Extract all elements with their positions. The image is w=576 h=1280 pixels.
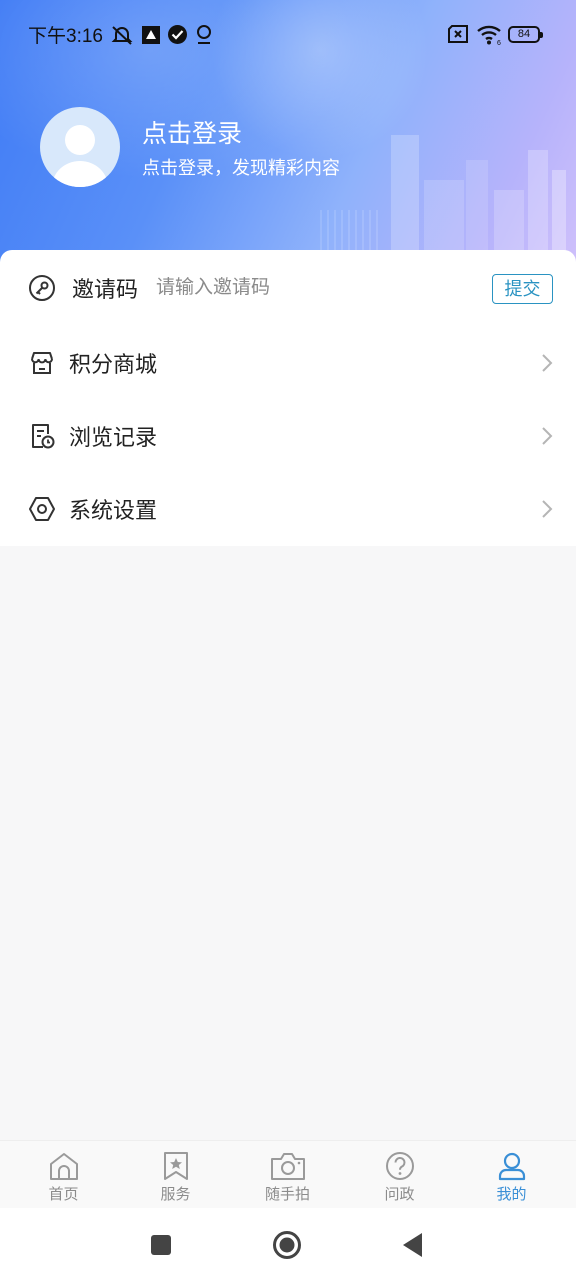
tab-home[interactable]: 首页 [6, 1141, 121, 1209]
tab-inquiry[interactable]: 问政 [342, 1141, 457, 1209]
settings-hexagon-icon [29, 497, 55, 521]
app-notification-icon [142, 26, 160, 44]
chevron-right-icon [542, 354, 553, 372]
user-icon [498, 1152, 526, 1181]
tab-mine[interactable]: 我的 [454, 1141, 569, 1209]
invite-code-input[interactable] [156, 272, 456, 302]
status-bar: 下午3:16 6 84 [0, 18, 576, 54]
chevron-right-icon [542, 427, 553, 445]
camera-icon [271, 1153, 305, 1180]
submit-button[interactable]: 提交 [492, 274, 553, 304]
sim-off-icon [448, 25, 468, 43]
tab-label: 问政 [384, 1185, 415, 1203]
svg-text:6: 6 [497, 40, 501, 46]
avatar[interactable] [40, 107, 120, 187]
verified-icon [168, 25, 187, 44]
store-icon [31, 352, 53, 374]
bookmark-star-icon [164, 1152, 188, 1180]
tab-label: 服务 [160, 1185, 191, 1203]
login-title[interactable]: 点击登录 [142, 114, 242, 150]
menu-item-browse-history[interactable]: 浏览记录 [0, 398, 576, 471]
menu-item-label: 浏览记录 [69, 426, 158, 451]
history-icon [32, 424, 55, 449]
city-skyline-decoration [320, 135, 566, 270]
invite-code-label: 邀请码 [72, 278, 139, 303]
tab-label: 随手拍 [264, 1185, 310, 1203]
recent-apps-icon[interactable] [150, 1234, 172, 1256]
system-nav-bar [0, 1208, 576, 1280]
battery-indicator: 84 [508, 26, 543, 43]
wifi-6-icon: 6 [477, 25, 501, 46]
menu-card: 邀请码 提交 积分商城 浏览记录 系统设置 [0, 250, 576, 546]
status-time: 下午3:16 [28, 26, 103, 47]
login-subtitle: 点击登录，发现精彩内容 [142, 158, 340, 179]
profile-header: 下午3:16 6 84 点击登录 点击登录，发现精彩内容 [0, 0, 576, 270]
back-icon[interactable] [402, 1232, 424, 1258]
menu-item-label: 积分商城 [69, 353, 158, 378]
chevron-right-icon [542, 500, 553, 518]
tab-label: 首页 [48, 1185, 79, 1203]
home-nav-icon[interactable] [272, 1230, 302, 1260]
home-icon [50, 1153, 78, 1180]
menu-item-system-settings[interactable]: 系统设置 [0, 471, 576, 544]
tab-services[interactable]: 服务 [118, 1141, 233, 1209]
bottom-tab-bar: 首页 服务 随手拍 问政 我的 [0, 1140, 576, 1209]
key-icon [29, 275, 55, 301]
default-avatar-icon [52, 125, 108, 187]
tab-snapshot[interactable]: 随手拍 [230, 1141, 345, 1209]
menu-item-points-mall[interactable]: 积分商城 [0, 325, 576, 398]
mute-bell-icon [111, 26, 133, 45]
invite-code-row: 邀请码 提交 [0, 250, 576, 323]
menu-item-label: 系统设置 [69, 499, 158, 524]
question-icon [386, 1152, 414, 1180]
location-icon [197, 25, 211, 44]
tab-label: 我的 [496, 1185, 527, 1203]
